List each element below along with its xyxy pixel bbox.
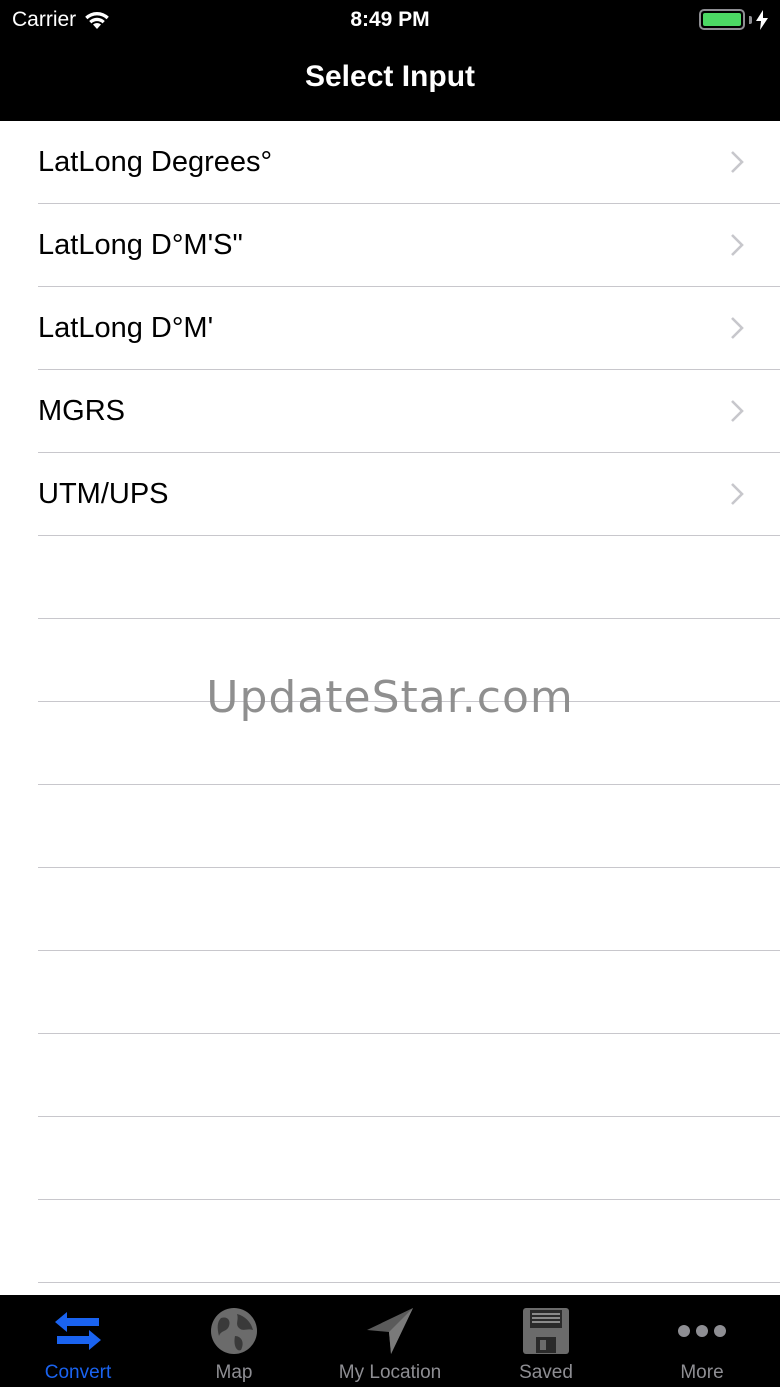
globe-icon	[211, 1308, 257, 1354]
watermark: UpdateStar.com	[206, 672, 574, 723]
list-item-label: MGRS	[38, 394, 125, 427]
tab-label: More	[680, 1362, 724, 1383]
list-item-latlong-dms[interactable]: LatLong D°M'S"	[38, 204, 780, 287]
empty-row	[38, 1200, 780, 1283]
tab-saved[interactable]: Saved	[468, 1295, 624, 1387]
status-time: 8:49 PM	[350, 8, 430, 31]
tab-label: Saved	[519, 1362, 573, 1383]
empty-row	[38, 1117, 780, 1200]
empty-row	[38, 1283, 780, 1295]
chevron-right-icon	[731, 400, 744, 422]
status-bar: Carrier 8:49 PM	[0, 0, 780, 40]
tab-label: My Location	[338, 1362, 442, 1383]
floppy-disk-icon	[523, 1308, 569, 1354]
empty-row	[38, 536, 780, 619]
battery-indicator	[699, 9, 768, 30]
list-item-mgrs[interactable]: MGRS	[38, 370, 780, 453]
tab-label: Map	[215, 1362, 253, 1383]
top-bar: Carrier 8:49 PM Select Input	[0, 0, 780, 121]
list-item-label: LatLong D°M'	[38, 311, 214, 344]
empty-row	[38, 951, 780, 1034]
tab-more[interactable]: More	[624, 1295, 780, 1387]
tab-convert[interactable]: Convert	[0, 1295, 156, 1387]
more-dots-icon	[678, 1325, 726, 1337]
list-item-latlong-dm[interactable]: LatLong D°M'	[38, 287, 780, 370]
location-arrow-icon	[367, 1308, 413, 1354]
battery-icon	[699, 9, 745, 30]
empty-row	[38, 868, 780, 951]
list-item-latlong-degrees[interactable]: LatLong Degrees°	[38, 121, 780, 204]
tab-map[interactable]: Map	[156, 1295, 312, 1387]
empty-row	[38, 1034, 780, 1117]
battery-level	[703, 13, 741, 26]
tab-my-location[interactable]: My Location	[312, 1295, 468, 1387]
page-title: Select Input	[304, 60, 476, 93]
convert-arrows-icon	[55, 1312, 101, 1350]
list-item-label: LatLong Degrees°	[38, 145, 273, 178]
list-item-label: UTM/UPS	[38, 477, 169, 510]
chevron-right-icon	[731, 317, 744, 339]
chevron-right-icon	[731, 234, 744, 256]
empty-row	[38, 785, 780, 868]
chevron-right-icon	[731, 151, 744, 173]
charging-bolt-icon	[756, 9, 768, 30]
list-item-utm-ups[interactable]: UTM/UPS	[38, 453, 780, 536]
chevron-right-icon	[731, 483, 744, 505]
tab-bar: Convert Map My Location Saved More	[0, 1295, 780, 1387]
list-item-label: LatLong D°M'S"	[38, 228, 243, 261]
tab-label: Convert	[44, 1362, 112, 1383]
